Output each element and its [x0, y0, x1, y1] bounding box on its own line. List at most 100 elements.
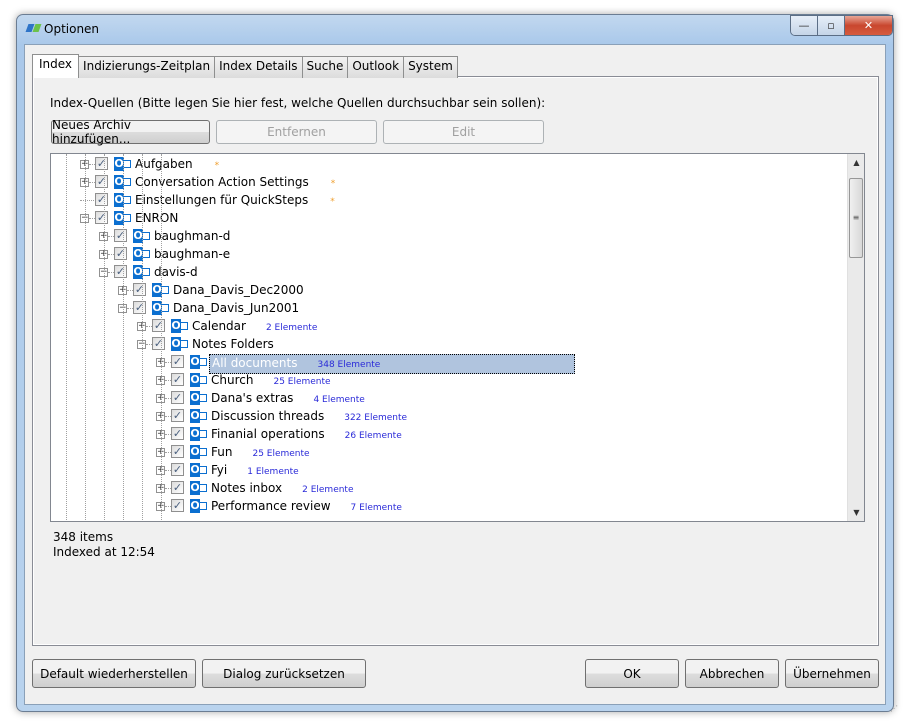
- tree-item[interactable]: + ✓ O All documents 348 Elemente: [51, 353, 847, 374]
- tree-item-label: Conversation Action Settings *: [135, 175, 336, 189]
- checkbox[interactable]: ✓: [171, 499, 184, 512]
- item-count: 322 Elemente: [344, 413, 408, 423]
- checkbox[interactable]: ✓: [171, 355, 184, 368]
- checkbox[interactable]: ✓: [95, 175, 108, 188]
- checkbox[interactable]: ✓: [95, 211, 108, 224]
- tree-item[interactable]: + ✓ O Conversation Action Settings *: [51, 173, 847, 191]
- indexed-at: Indexed at 12:54: [53, 545, 155, 559]
- tree-item[interactable]: + ✓ Obaughman-e: [51, 245, 847, 263]
- cancel-button[interactable]: Abbrechen: [685, 659, 779, 688]
- checkbox[interactable]: ✓: [171, 427, 184, 440]
- close-button[interactable]: ✕: [845, 16, 892, 35]
- checkbox[interactable]: ✓: [114, 247, 127, 260]
- outlook-icon: O: [190, 355, 207, 369]
- tree-item-label: Discussion threads 322 Elemente: [211, 409, 408, 423]
- tree-item-label: davis-d: [154, 265, 198, 279]
- reset-dialog-button[interactable]: Dialog zurücksetzen: [202, 659, 366, 688]
- tree-guide-line: [142, 154, 143, 521]
- tree-item[interactable]: + ✓ O Calendar 2 Elemente: [51, 317, 847, 335]
- maximize-button[interactable]: ▫: [818, 16, 845, 35]
- tree-item[interactable]: + ✓ O Discussion threads 322 Elemente: [51, 407, 847, 425]
- checkbox[interactable]: ✓: [171, 391, 184, 404]
- edit-button[interactable]: Edit: [383, 120, 544, 144]
- index-sources-label: Index-Quellen (Bitte legen Sie hier fest…: [50, 96, 546, 110]
- tab-index[interactable]: Index: [32, 54, 80, 78]
- tree-item[interactable]: + ✓ O Notes inbox 2 Elemente: [51, 479, 847, 497]
- tree-item-label: baughman-e: [154, 247, 231, 261]
- tree-item[interactable]: − ✓ O Notes Folders: [51, 335, 847, 353]
- tree-item[interactable]: + ✓ Obaughman-d: [51, 227, 847, 245]
- tree-item[interactable]: ✓ O Einstellungen für QuickSteps *: [51, 191, 847, 209]
- tree-item-label: Aufgaben *: [135, 157, 220, 171]
- tree-item-label: Dana_Davis_Jun2001: [173, 301, 300, 315]
- item-count: 348 Elemente: [317, 360, 381, 370]
- minimize-button[interactable]: —: [791, 16, 818, 35]
- checkbox[interactable]: ✓: [133, 283, 146, 296]
- app-icon: [25, 24, 42, 32]
- tree-guide-line: [104, 154, 105, 521]
- tree-item-label: Church 25 Elemente: [211, 373, 331, 387]
- tab-index-details[interactable]: Index Details: [214, 56, 303, 78]
- item-count: 4 Elemente: [313, 395, 365, 405]
- checkbox[interactable]: ✓: [171, 481, 184, 494]
- tree-item[interactable]: + ✓ O Fun 25 Elemente: [51, 443, 847, 461]
- apply-button[interactable]: Übernehmen: [785, 659, 879, 688]
- tree-item[interactable]: − ✓ Odavis-d: [51, 263, 847, 281]
- item-count: 2 Elemente: [265, 323, 318, 333]
- tree-connector: [80, 200, 96, 201]
- tree-item[interactable]: + ✓ O Finanial operations 26 Elemente: [51, 425, 847, 443]
- tab-outlook[interactable]: Outlook: [347, 56, 405, 78]
- tree-item[interactable]: − ✓ O Dana_Davis_Jun2001: [51, 299, 847, 317]
- star-marker: *: [330, 179, 336, 189]
- vertical-scrollbar[interactable]: ▲ ≡ ▼: [847, 154, 864, 521]
- index-sources-tree[interactable]: + ✓ O Aufgaben * + ✓ O Conversation Action Setti…: [50, 153, 865, 522]
- checkbox[interactable]: ✓: [152, 337, 165, 350]
- checkbox[interactable]: ✓: [114, 265, 127, 278]
- scroll-down-icon[interactable]: ▼: [848, 504, 864, 521]
- scrollbar-thumb[interactable]: ≡: [849, 178, 863, 258]
- restore-default-button[interactable]: Default wiederherstellen: [32, 659, 196, 688]
- add-archive-button[interactable]: Neues Archiv hinzufügen...: [51, 118, 210, 146]
- tree-item[interactable]: + ✓ O Dana_Davis_Dec2000: [51, 281, 847, 299]
- ok-button[interactable]: OK: [585, 659, 679, 688]
- resize-grip-icon[interactable]: ⋰: [890, 704, 898, 713]
- outlook-icon: O: [171, 337, 188, 351]
- star-marker: *: [214, 161, 220, 171]
- tree-guide-line: [66, 154, 67, 521]
- outlook-icon: O: [190, 463, 207, 477]
- tree-item[interactable]: + ✓ O Performance review 7 Elemente: [51, 497, 847, 515]
- tree-item-label: Finanial operations 26 Elemente: [211, 427, 402, 441]
- tree-item[interactable]: + ✓ O Church 25 Elemente: [51, 371, 847, 389]
- tab-search[interactable]: Suche: [301, 56, 349, 78]
- tab-system[interactable]: System: [403, 56, 458, 78]
- scroll-up-icon[interactable]: ▲: [848, 154, 864, 171]
- checkbox[interactable]: ✓: [152, 319, 165, 332]
- star-marker: *: [330, 197, 335, 207]
- checkbox[interactable]: ✓: [114, 229, 127, 242]
- checkbox[interactable]: ✓: [95, 193, 108, 206]
- remove-button[interactable]: Entfernen: [216, 120, 377, 144]
- tree-guide-line: [123, 154, 124, 521]
- tree-item[interactable]: − ✓ O ENRON: [51, 209, 847, 227]
- outlook-icon: O: [190, 391, 207, 405]
- tree-guide-line: [85, 154, 86, 521]
- item-count: 25 Elemente: [252, 449, 310, 459]
- tab-indexing-schedule[interactable]: Indizierungs-Zeitplan: [78, 56, 216, 78]
- checkbox[interactable]: ✓: [171, 373, 184, 386]
- checkbox[interactable]: ✓: [95, 157, 108, 170]
- outlook-icon: O: [190, 373, 207, 387]
- tree-item[interactable]: + ✓ O Aufgaben *: [51, 155, 847, 173]
- outlook-icon: O: [171, 319, 188, 333]
- tree-item-label: Notes Folders: [192, 337, 274, 351]
- tree-item-label: Dana's extras 4 Elemente: [211, 391, 365, 405]
- checkbox[interactable]: ✓: [171, 463, 184, 476]
- tab-bar: Index Indizierungs-Zeitplan Index Detail…: [32, 54, 458, 78]
- outlook-icon: O: [190, 427, 207, 441]
- item-count: 26 Elemente: [344, 431, 402, 441]
- tree-item[interactable]: + ✓ O Dana's extras 4 Elemente: [51, 389, 847, 407]
- checkbox[interactable]: ✓: [171, 409, 184, 422]
- tree-item[interactable]: + ✓ O Fyi 1 Elemente: [51, 461, 847, 479]
- outlook-icon: O: [190, 409, 207, 423]
- checkbox[interactable]: ✓: [171, 445, 184, 458]
- checkbox[interactable]: ✓: [133, 301, 146, 314]
